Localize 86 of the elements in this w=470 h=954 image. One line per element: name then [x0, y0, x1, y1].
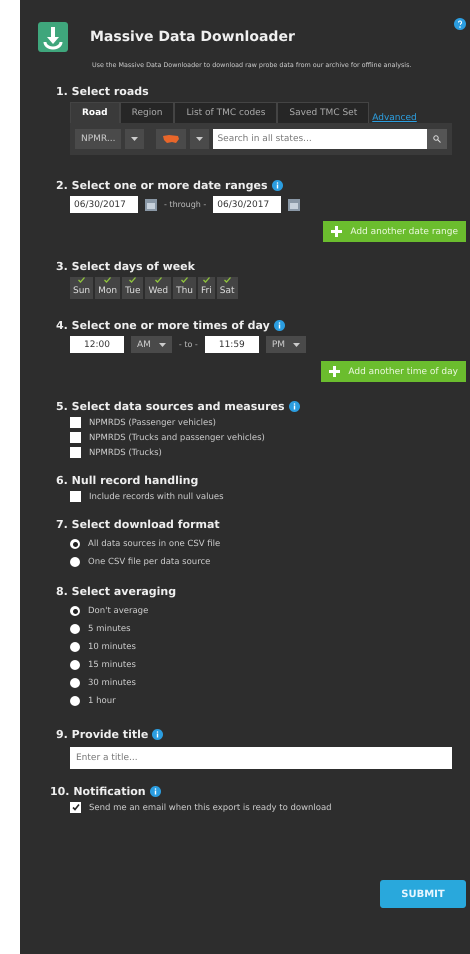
time-field[interactable]: 11:59	[204, 336, 259, 353]
calendar-icon[interactable]	[145, 198, 157, 210]
radio-button[interactable]	[70, 642, 80, 652]
page-title: Massive Data Downloader	[90, 29, 295, 45]
search-field[interactable]: Search in all states...	[213, 129, 427, 149]
option-label: 15 minutes	[88, 660, 136, 670]
section-heading: 3. Select days of week	[56, 260, 196, 273]
day-toggle[interactable]: Tue	[122, 277, 144, 299]
option-label: Don't average	[88, 606, 148, 616]
date-field[interactable]: 06/30/2017	[70, 196, 138, 213]
heading-text: 2. Select one or more date ranges	[56, 179, 268, 192]
dropdown-toggle[interactable]	[125, 129, 144, 149]
plus-icon	[329, 366, 340, 377]
info-icon[interactable]	[272, 180, 283, 191]
caret-icon	[131, 137, 138, 141]
check-icon	[154, 277, 162, 283]
tab[interactable]: Region	[120, 102, 174, 123]
help-icon[interactable]	[288, 401, 300, 412]
heading-text: 9. Provide title	[56, 728, 148, 741]
advanced-link[interactable]: Advanced	[372, 113, 417, 123]
tab[interactable]: Road	[70, 102, 120, 123]
radio-button[interactable]	[70, 539, 80, 549]
option-label: NPMRDS (Trucks and passenger vehicles)	[89, 432, 265, 442]
heading-text: 4. Select one or more times of day	[56, 319, 270, 332]
option-label: All data sources in one CSV file	[88, 539, 220, 549]
period-dropdown[interactable]: AM	[131, 336, 172, 353]
radio-button[interactable]	[70, 624, 80, 634]
heading-text: 5. Select data sources and measures	[56, 400, 285, 413]
tab[interactable]: List of TMC codes	[174, 102, 278, 123]
calendar-icon[interactable]	[288, 198, 300, 210]
caret-icon	[158, 342, 166, 346]
day-toggle[interactable]: Wed	[145, 277, 172, 299]
radio-button[interactable]	[70, 660, 80, 670]
section-heading: 7. Select download format	[56, 518, 221, 531]
range-separator: - through -	[164, 200, 206, 209]
checkbox[interactable]	[70, 802, 81, 813]
option-label: 30 minutes	[88, 678, 136, 688]
date-field[interactable]: 06/30/2017	[213, 196, 282, 213]
day-toggle[interactable]: Mon	[95, 277, 120, 299]
download-icon	[38, 22, 68, 52]
time-field[interactable]: 12:00	[70, 336, 124, 353]
dropdown-toggle[interactable]	[190, 129, 210, 149]
plus-icon	[331, 226, 342, 237]
tab[interactable]: Saved TMC Set	[277, 102, 370, 123]
caret-icon	[293, 342, 300, 346]
option-label: 1 hour	[88, 696, 116, 706]
check-icon	[181, 277, 188, 283]
search-icon[interactable]	[427, 129, 447, 149]
info-icon[interactable]	[152, 729, 164, 740]
source-dropdown[interactable]: NPMR...	[75, 129, 122, 149]
option-label: Include records with null values	[89, 492, 224, 502]
check-icon	[224, 277, 231, 283]
radio-button[interactable]	[70, 606, 80, 616]
option-label: Send me an email when this export is ready to download	[89, 802, 332, 812]
section-heading: 1. Select roads	[56, 85, 150, 98]
map-icon	[162, 134, 180, 144]
radio-button[interactable]	[70, 678, 80, 688]
day-toggle[interactable]: Thu	[173, 277, 196, 299]
heading-text: 10. Notification	[50, 785, 146, 798]
section-heading: 6. Null record handling	[56, 474, 200, 487]
checkbox[interactable]	[70, 491, 81, 502]
info-icon[interactable]	[274, 320, 285, 331]
radio-button[interactable]	[70, 557, 80, 567]
checkbox[interactable]	[70, 447, 81, 458]
checkbox[interactable]	[70, 432, 81, 443]
check-icon	[202, 277, 210, 283]
option-label: NPMRDS (Trucks)	[89, 448, 162, 458]
info-icon[interactable]	[150, 786, 161, 797]
checkbox[interactable]	[70, 417, 81, 428]
check-icon	[104, 277, 112, 283]
check-icon	[78, 277, 86, 283]
option-label: 5 minutes	[88, 624, 131, 634]
section-heading: 8. Select averaging	[56, 585, 178, 598]
day-toggle[interactable]: Sun	[70, 277, 94, 299]
option-label: One CSV file per data source	[88, 557, 210, 567]
day-toggle[interactable]: Fri	[198, 277, 215, 299]
day-toggle[interactable]: Sat	[216, 277, 238, 299]
option-label: 10 minutes	[88, 642, 136, 652]
check-icon	[129, 277, 136, 283]
radio-button[interactable]	[70, 696, 80, 706]
caret-icon	[196, 137, 204, 141]
title-field[interactable]: Enter a title...	[70, 747, 452, 769]
period-dropdown[interactable]: PM	[266, 336, 306, 353]
help-icon[interactable]	[454, 18, 466, 30]
option-label: NPMRDS (Passenger vehicles)	[89, 418, 216, 428]
range-separator: - to -	[178, 340, 198, 349]
